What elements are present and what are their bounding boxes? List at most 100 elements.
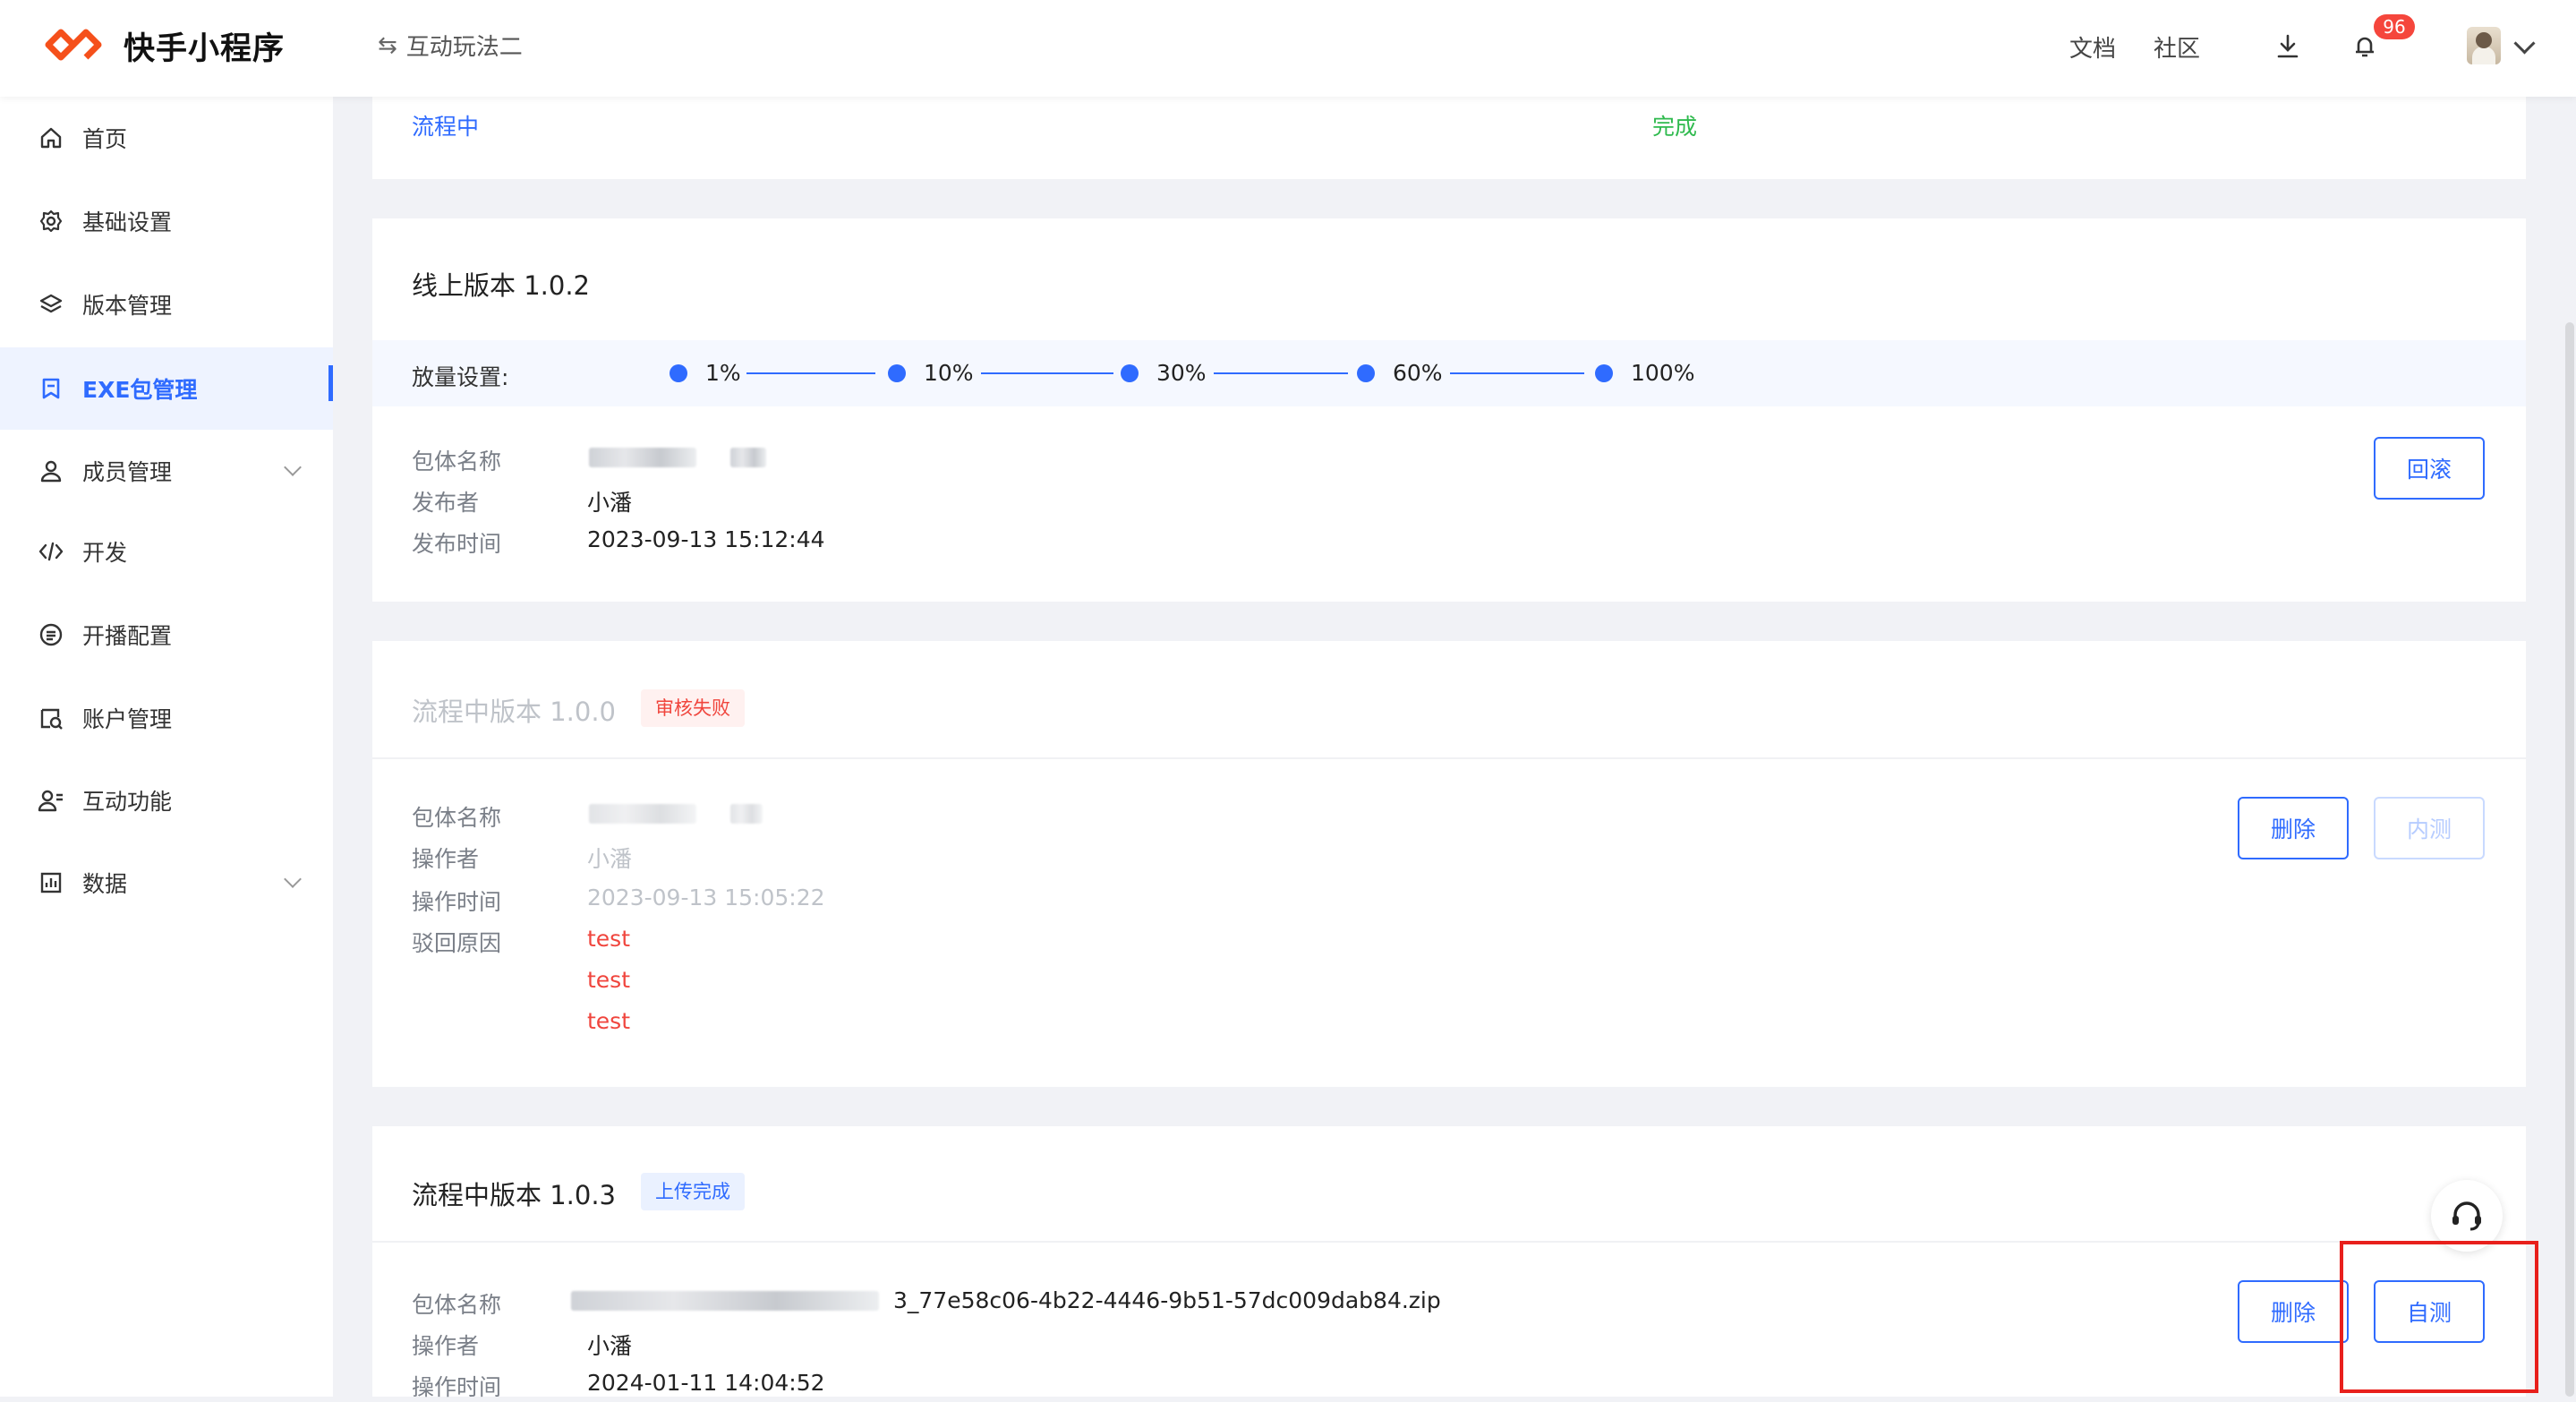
chevron-down-icon[interactable]: [2513, 32, 2536, 55]
sidebar-item-versions[interactable]: 版本管理: [0, 263, 333, 346]
delete-button[interactable]: 删除: [2238, 797, 2349, 859]
redacted-package-name: [589, 804, 696, 824]
package-name-label: 包体名称: [412, 1292, 502, 1318]
gear-icon: [36, 206, 66, 236]
redacted-package-name: [730, 804, 763, 824]
sidebar: 首页 基础设置 版本管理 EXE包管理 成员管理 开发 开播配置 账户管理 互动…: [0, 97, 333, 1397]
operator-value: 小潘: [587, 1333, 633, 1359]
redacted-package-name: [589, 448, 696, 467]
rollout-step[interactable]: 100%: [1595, 360, 1694, 386]
uploaded-version-card: 流程中版本 1.0.3 上传完成 包体名称 3_77e58c06-4b22-44…: [372, 1126, 2526, 1400]
package-icon: [36, 373, 66, 404]
sidebar-item-home[interactable]: 首页: [0, 97, 333, 179]
reject-reason-label: 驳回原因: [412, 930, 502, 956]
chevron-down-icon: [284, 870, 302, 888]
swap-icon: ⇆: [378, 31, 397, 59]
reject-reason-item: test: [587, 1008, 631, 1034]
notification-badge: 96: [2374, 14, 2415, 39]
process-status-card: 流程中 完成: [372, 97, 2526, 179]
home-icon: [36, 123, 66, 153]
sidebar-item-label: 账户管理: [82, 706, 173, 732]
package-name-label: 包体名称: [412, 449, 502, 474]
status-badge: 审核失败: [641, 689, 745, 727]
progress-line: [1450, 372, 1584, 374]
project-switcher[interactable]: ⇆ 互动玩法二: [378, 29, 523, 62]
package-name-label: 包体名称: [412, 805, 502, 831]
package-name-value: 3_77e58c06-4b22-4446-9b51-57dc009dab84.z…: [893, 1287, 1441, 1313]
sidebar-item-exe-package[interactable]: EXE包管理: [0, 347, 333, 430]
headset-icon: [2452, 1201, 2481, 1231]
redacted-package-name: [571, 1291, 879, 1311]
sidebar-item-label: EXE包管理: [82, 377, 198, 403]
publisher-value: 小潘: [587, 490, 633, 516]
divider: [372, 1241, 2526, 1243]
sidebar-item-develop[interactable]: 开发: [0, 510, 333, 593]
sidebar-item-interaction[interactable]: 互动功能: [0, 759, 333, 842]
sidebar-item-members[interactable]: 成员管理: [0, 430, 333, 512]
sidebar-item-account[interactable]: 账户管理: [0, 677, 333, 759]
top-header: 快手小程序 ⇆ 互动玩法二 文档 社区 96: [0, 0, 2576, 97]
sidebar-item-label: 互动功能: [82, 789, 173, 815]
redacted-package-name: [730, 448, 766, 467]
project-name: 互动玩法二: [405, 34, 523, 61]
sidebar-item-data[interactable]: 数据: [0, 842, 333, 924]
operate-time-value: 2023-09-13 15:05:22: [587, 885, 825, 910]
status-done: 完成: [1652, 114, 1698, 140]
internal-test-button[interactable]: 内测: [2374, 797, 2485, 859]
card-title: 流程中版本 1.0.3: [412, 1180, 617, 1210]
step-dot: [670, 363, 687, 382]
rollout-step[interactable]: 30%: [1121, 360, 1207, 386]
step-label: 1%: [705, 360, 741, 386]
rollout-label: 放量设置:: [412, 364, 509, 390]
operator-label: 操作者: [412, 846, 480, 872]
sidebar-item-settings[interactable]: 基础设置: [0, 180, 333, 262]
card-title: 流程中版本 1.0.0: [412, 697, 617, 727]
step-dot: [1595, 363, 1613, 382]
step-label: 30%: [1156, 360, 1207, 386]
failed-version-card: 流程中版本 1.0.0 审核失败 包体名称 操作者 小潘 操作时间 2023-0…: [372, 641, 2526, 1087]
publish-time-value: 2023-09-13 15:12:44: [587, 526, 825, 552]
code-icon: [36, 536, 66, 567]
status-badge: 上传完成: [641, 1173, 745, 1210]
sidebar-item-label: 版本管理: [82, 293, 173, 319]
avatar[interactable]: [2467, 27, 2501, 64]
card-title: 线上版本 1.0.2: [412, 270, 591, 301]
highlight-box: [2340, 1241, 2538, 1393]
publisher-label: 发布者: [412, 490, 480, 516]
docs-link[interactable]: 文档: [2069, 30, 2116, 64]
community-link[interactable]: 社区: [2154, 30, 2200, 64]
interaction-icon: [36, 785, 66, 816]
layers-icon: [36, 289, 66, 320]
download-icon[interactable]: [2268, 27, 2307, 66]
status-in-process: 流程中: [412, 114, 480, 140]
sidebar-item-broadcast-config[interactable]: 开播配置: [0, 594, 333, 676]
step-label: 10%: [924, 360, 974, 386]
kuaishou-logo[interactable]: [43, 25, 107, 64]
progress-line: [981, 372, 1113, 374]
publish-time-label: 发布时间: [412, 531, 502, 557]
sidebar-item-label: 开发: [82, 540, 128, 566]
account-icon: [36, 703, 66, 733]
operate-time-label: 操作时间: [412, 889, 502, 915]
rollback-button[interactable]: 回滚: [2374, 437, 2485, 500]
sidebar-item-label: 开播配置: [82, 623, 173, 649]
scrollbar[interactable]: [2565, 322, 2574, 1397]
progress-line: [746, 372, 875, 374]
sidebar-item-label: 基础设置: [82, 209, 173, 235]
reject-reason-item: test: [587, 926, 631, 952]
brand-title: 快手小程序: [124, 31, 286, 67]
step-label: 100%: [1631, 360, 1695, 386]
rollout-step[interactable]: 1%: [670, 360, 741, 386]
operate-time-value: 2024-01-11 14:04:52: [587, 1370, 825, 1396]
reject-reason-item: test: [587, 967, 631, 993]
operator-value: 小潘: [587, 846, 633, 872]
rollout-step[interactable]: 10%: [888, 360, 974, 386]
sidebar-item-label: 数据: [82, 871, 128, 897]
progress-line: [1214, 372, 1348, 374]
delete-button[interactable]: 删除: [2238, 1280, 2349, 1343]
sidebar-item-label: 成员管理: [82, 459, 173, 485]
step-dot: [888, 363, 906, 382]
user-icon: [36, 456, 66, 486]
chart-icon: [36, 868, 66, 898]
rollout-step[interactable]: 60%: [1357, 360, 1443, 386]
